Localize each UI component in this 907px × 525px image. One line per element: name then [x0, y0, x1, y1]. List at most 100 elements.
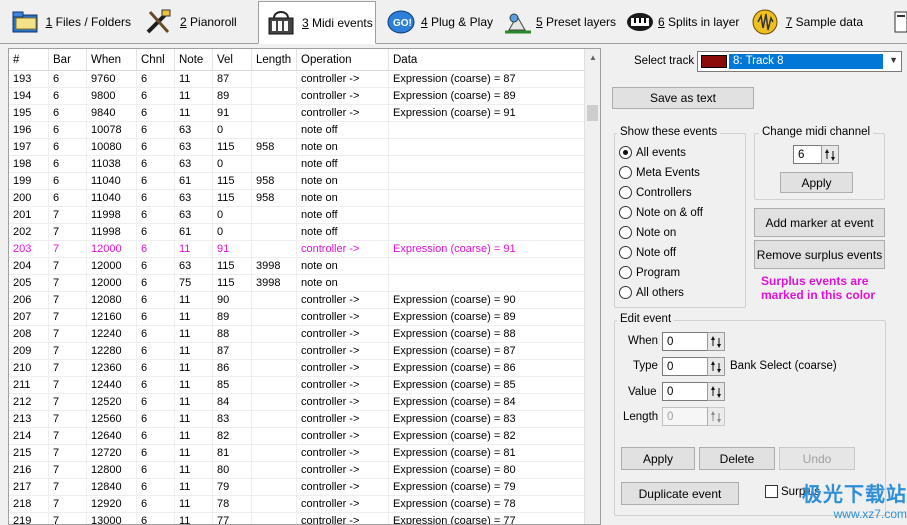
type-field[interactable]: 0 — [662, 357, 708, 376]
table-row[interactable]: 202 7 11998 6 61 0 note off — [9, 224, 585, 241]
table-cell: Expression (coarse) = 86 — [389, 360, 585, 376]
table-cell — [252, 377, 297, 393]
table-cell: 6 — [137, 122, 175, 138]
remove-surplus-button[interactable]: Remove surplus events — [754, 240, 885, 269]
apply-button[interactable]: Apply — [621, 447, 695, 470]
radio-option[interactable]: All events — [619, 146, 686, 159]
table-row[interactable]: 200 6 11040 6 63 115 958 note on — [9, 190, 585, 207]
tab-pianoroll[interactable]: 2 Pianoroll — [136, 2, 254, 42]
add-marker-button[interactable]: Add marker at event — [754, 208, 885, 237]
radio-option[interactable]: Note on & off — [619, 206, 703, 219]
duplicate-event-button[interactable]: Duplicate event — [621, 482, 739, 505]
column-header[interactable]: Length — [252, 49, 297, 71]
column-header[interactable]: # — [9, 49, 49, 71]
table-cell: 7 — [49, 394, 87, 410]
column-header[interactable]: Operation — [297, 49, 389, 71]
value-spinner-icon[interactable] — [707, 382, 725, 401]
table-row[interactable]: 197 6 10080 6 63 115 958 note on — [9, 139, 585, 156]
table-cell: note off — [297, 156, 389, 172]
surplus-checkbox[interactable]: Surplus — [765, 485, 820, 498]
select-track-dropdown[interactable]: 8: Track 8 ▼ — [697, 51, 902, 72]
table-cell: 11 — [175, 462, 213, 478]
table-row[interactable]: 195 6 9840 6 11 91 controller -> Expression (co… — [9, 105, 585, 122]
tab-bar: 1 Files / Folders 2 Pianoroll 3 Midi eve… — [0, 0, 907, 44]
radio-option[interactable]: Meta Events — [619, 166, 700, 179]
table-cell: controller -> — [297, 445, 389, 461]
channel-apply-button[interactable]: Apply — [780, 172, 853, 193]
tab-overflow[interactable] — [888, 2, 907, 42]
delete-button[interactable]: Delete — [699, 447, 775, 470]
table-row[interactable]: 206 7 12080 6 11 90 controller -> Expression (c… — [9, 292, 585, 309]
channel-field[interactable]: 6 — [793, 145, 823, 164]
column-header[interactable]: Data — [389, 49, 585, 71]
tab-plug-and-play[interactable]: GO! 4 Plug & Play — [380, 2, 494, 42]
select-track-label: Select track — [634, 55, 695, 67]
scroll-up-icon[interactable]: ▲ — [585, 49, 600, 66]
tab-midi-events[interactable]: 3 Midi events — [258, 1, 376, 44]
table-cell: 6 — [137, 513, 175, 524]
table-cell: 87 — [213, 71, 252, 87]
table-row[interactable]: 216 7 12800 6 11 80 controller -> Expression (c… — [9, 462, 585, 479]
table-row[interactable]: 205 7 12000 6 75 115 3998 note on — [9, 275, 585, 292]
midi-events-table[interactable]: # Bar When Chnl Note Vel Length Operation Data 1… — [8, 48, 601, 525]
column-header[interactable]: Bar — [49, 49, 87, 71]
radio-option[interactable]: Controllers — [619, 186, 692, 199]
tab-preset-layers[interactable]: 5 Preset layers — [498, 2, 616, 42]
table-cell: 11 — [175, 309, 213, 325]
table-cell — [389, 275, 585, 291]
table-cell: 61 — [175, 224, 213, 240]
page-icon — [893, 6, 907, 38]
undo-button[interactable]: Undo — [779, 447, 855, 470]
radio-option[interactable]: Program — [619, 266, 680, 279]
radio-option[interactable]: Note off — [619, 246, 676, 259]
tab-sample-data[interactable]: 7 Sample data — [742, 2, 864, 42]
table-row[interactable]: 203 7 12000 6 11 91 controller -> Expression (c… — [9, 241, 585, 258]
table-row[interactable]: 209 7 12280 6 11 87 controller -> Expression (c… — [9, 343, 585, 360]
tab-splits-in-layer[interactable]: 6 Splits in layer — [620, 2, 739, 42]
table-cell: controller -> — [297, 105, 389, 121]
table-header: # Bar When Chnl Note Vel Length Operation Data — [9, 49, 585, 71]
table-row[interactable]: 204 7 12000 6 63 115 3998 note on — [9, 258, 585, 275]
column-header[interactable]: When — [87, 49, 137, 71]
table-row[interactable]: 193 6 9760 6 11 87 controller -> Expression (co… — [9, 71, 585, 88]
column-header[interactable]: Note — [175, 49, 213, 71]
column-header[interactable]: Vel — [213, 49, 252, 71]
table-row[interactable]: 211 7 12440 6 11 85 controller -> Expression (c… — [9, 377, 585, 394]
radio-option[interactable]: Note on — [619, 226, 676, 239]
value-field[interactable]: 0 — [662, 382, 708, 401]
table-row[interactable]: 194 6 9800 6 11 89 controller -> Expression (co… — [9, 88, 585, 105]
table-row[interactable]: 196 6 10078 6 63 0 note off — [9, 122, 585, 139]
table-cell: 11 — [175, 496, 213, 512]
table-row[interactable]: 218 7 12920 6 11 78 controller -> Expression (c… — [9, 496, 585, 513]
table-row[interactable]: 213 7 12560 6 11 83 controller -> Expression (c… — [9, 411, 585, 428]
type-spinner-icon[interactable] — [707, 357, 725, 376]
table-row[interactable]: 219 7 13000 6 11 77 controller -> Expression (c… — [9, 513, 585, 524]
table-row[interactable]: 215 7 12720 6 11 81 controller -> Expression (c… — [9, 445, 585, 462]
table-row[interactable]: 214 7 12640 6 11 82 controller -> Expression (c… — [9, 428, 585, 445]
column-header[interactable]: Chnl — [137, 49, 175, 71]
when-field[interactable]: 0 — [662, 332, 708, 351]
table-cell: 12640 — [87, 428, 137, 444]
table-row[interactable]: 198 6 11038 6 63 0 note off — [9, 156, 585, 173]
table-row[interactable]: 201 7 11998 6 63 0 note off — [9, 207, 585, 224]
table-cell — [252, 462, 297, 478]
radio-option[interactable]: All others — [619, 286, 684, 299]
scroll-thumb[interactable] — [587, 105, 598, 121]
table-row[interactable]: 207 7 12160 6 11 89 controller -> Expression (c… — [9, 309, 585, 326]
table-row[interactable]: 217 7 12840 6 11 79 controller -> Expression (c… — [9, 479, 585, 496]
when-spinner-icon[interactable] — [707, 332, 725, 351]
vertical-scrollbar[interactable]: ▲ — [584, 49, 600, 524]
table-row[interactable]: 208 7 12240 6 11 88 controller -> Expression (c… — [9, 326, 585, 343]
length-spinner-icon[interactable] — [707, 407, 725, 426]
table-cell: note on — [297, 139, 389, 155]
length-field[interactable]: 0 — [662, 407, 708, 426]
save-as-text-button[interactable]: Save as text — [612, 87, 754, 109]
table-row[interactable]: 210 7 12360 6 11 86 controller -> Expression (c… — [9, 360, 585, 377]
radio-label: Controllers — [636, 186, 692, 199]
table-cell: 6 — [49, 156, 87, 172]
table-row[interactable]: 199 6 11040 6 61 115 958 note on — [9, 173, 585, 190]
table-row[interactable]: 212 7 12520 6 11 84 controller -> Expression (c… — [9, 394, 585, 411]
channel-spinner-icon[interactable] — [821, 145, 839, 164]
tab-files-folders[interactable]: 1 Files / Folders — [4, 2, 132, 42]
table-cell: 958 — [252, 173, 297, 189]
